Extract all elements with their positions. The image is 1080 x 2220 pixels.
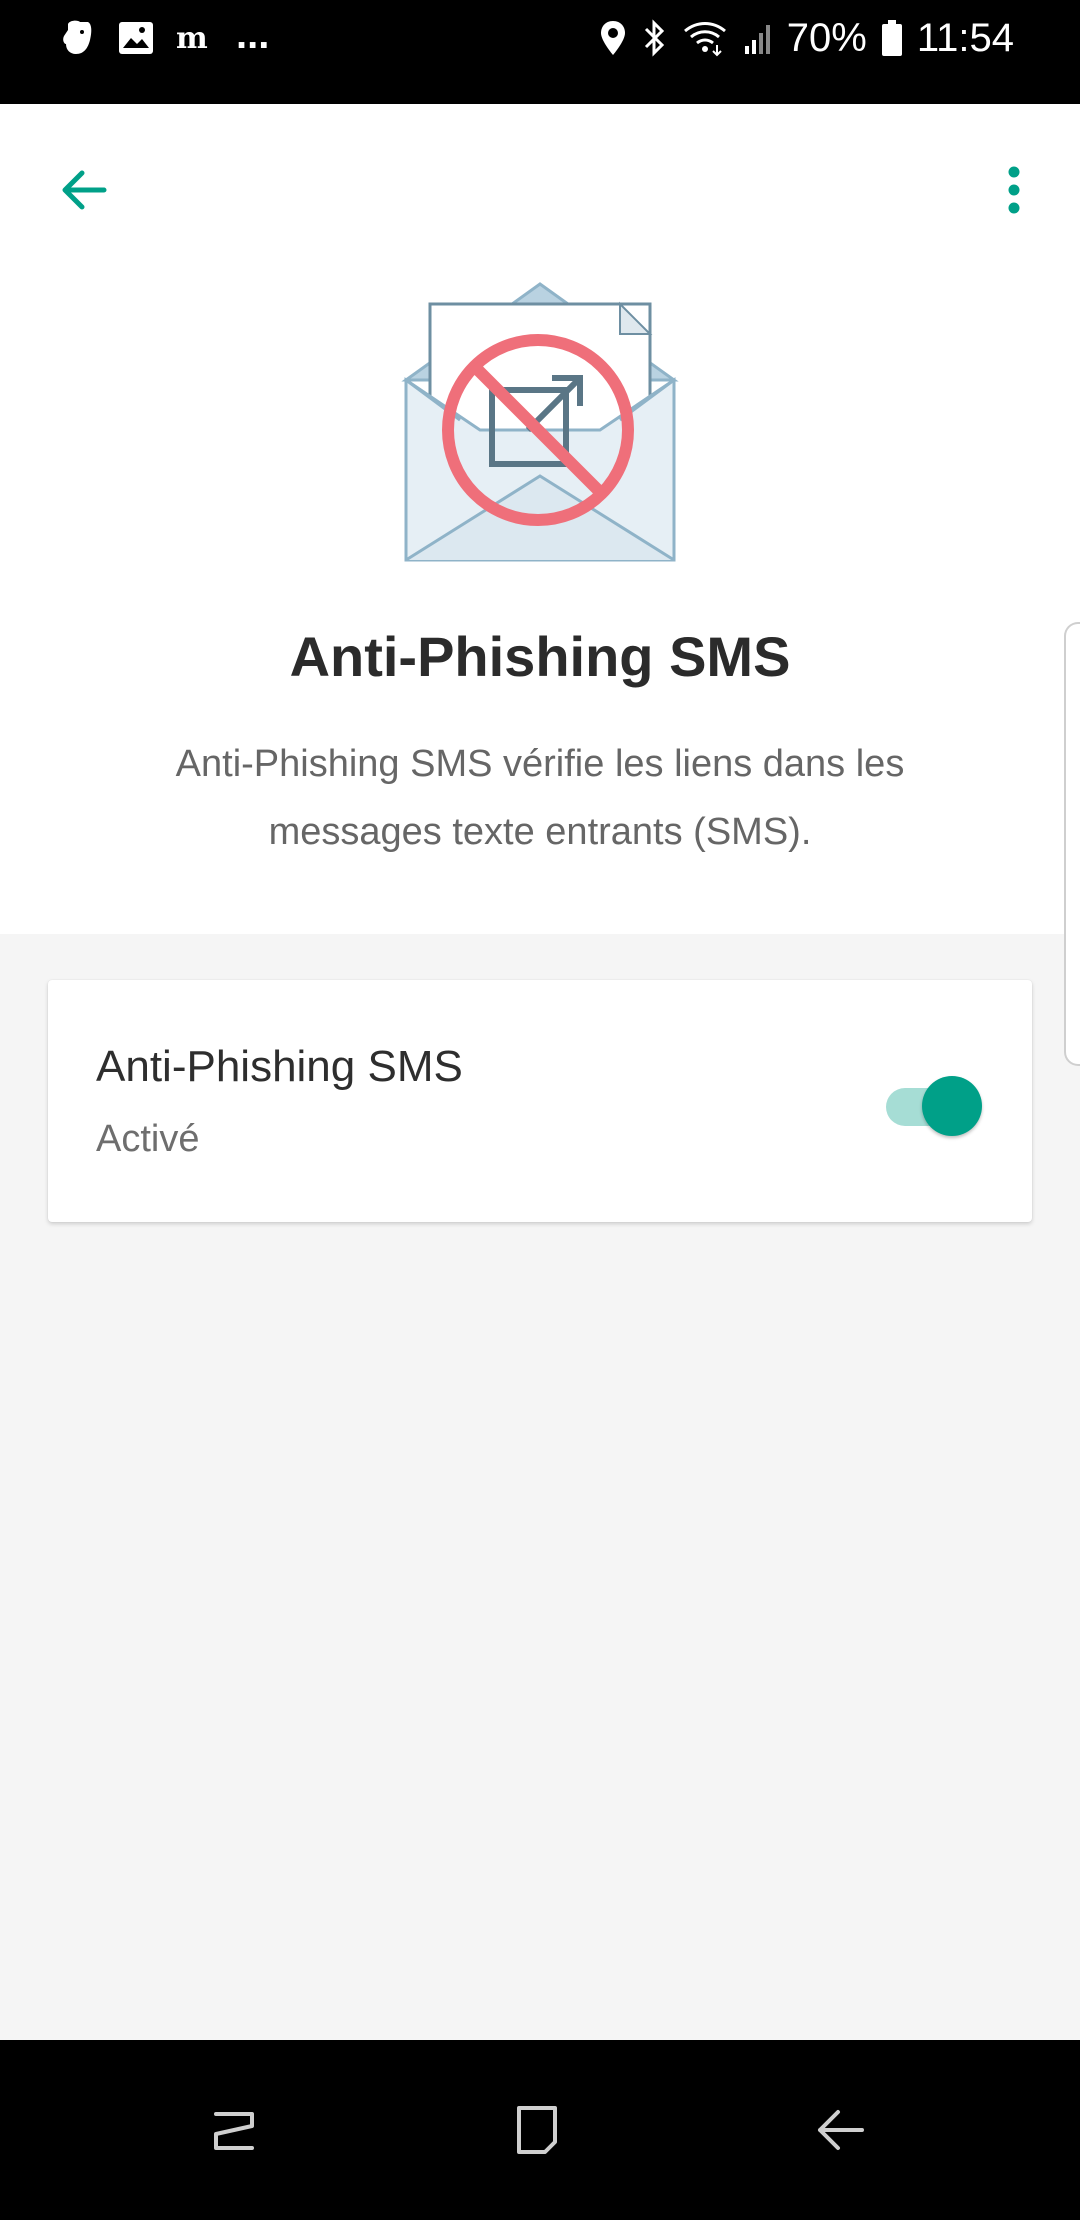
evernote-icon	[60, 18, 96, 58]
page-description: Anti-Phishing SMS vérifie les liens dans…	[175, 743, 905, 853]
back-nav-button[interactable]	[800, 2090, 880, 2170]
image-icon	[118, 21, 154, 55]
signal-icon	[743, 20, 773, 56]
anti-phishing-setting-card[interactable]: Anti-Phishing SMS Activé	[48, 980, 1032, 1222]
status-bar-left: m ...	[60, 14, 269, 62]
anti-phishing-toggle[interactable]	[878, 1072, 982, 1136]
home-icon	[517, 2106, 557, 2154]
location-icon	[599, 19, 627, 57]
back-icon	[818, 2110, 864, 2150]
clock: 11:54	[916, 15, 1014, 60]
status-overflow: ...	[236, 13, 270, 57]
more-vert-icon	[1008, 166, 1020, 214]
recent-apps-icon	[214, 2112, 254, 2150]
setting-title: Anti-Phishing SMS	[96, 1042, 463, 1091]
edge-panel-handle[interactable]	[1064, 622, 1080, 1066]
page-title: Anti-Phishing SMS	[289, 625, 791, 688]
arrow-left-icon	[62, 170, 107, 210]
envelope-with-blocked-link-icon	[400, 280, 680, 570]
home-button[interactable]	[497, 2090, 577, 2170]
wifi-icon	[681, 19, 729, 57]
back-button[interactable]	[48, 154, 120, 226]
setting-status: Activé	[96, 1118, 200, 1160]
more-options-button[interactable]	[978, 154, 1050, 226]
battery-icon	[881, 19, 903, 57]
feature-header: Anti-Phishing SMS Anti-Phishing SMS véri…	[0, 104, 1080, 934]
battery-percent: 70%	[786, 15, 867, 60]
status-bar: m ... 70% 11:54	[0, 0, 1080, 104]
recent-apps-button[interactable]	[194, 2090, 274, 2170]
svg-text:m: m	[176, 21, 208, 56]
status-bar-right: 70% 11:54	[599, 14, 1014, 62]
bluetooth-icon	[641, 18, 667, 58]
toggle-knob	[922, 1076, 982, 1136]
le-monde-icon: m	[176, 20, 214, 56]
navigation-bar	[0, 2040, 1080, 2220]
